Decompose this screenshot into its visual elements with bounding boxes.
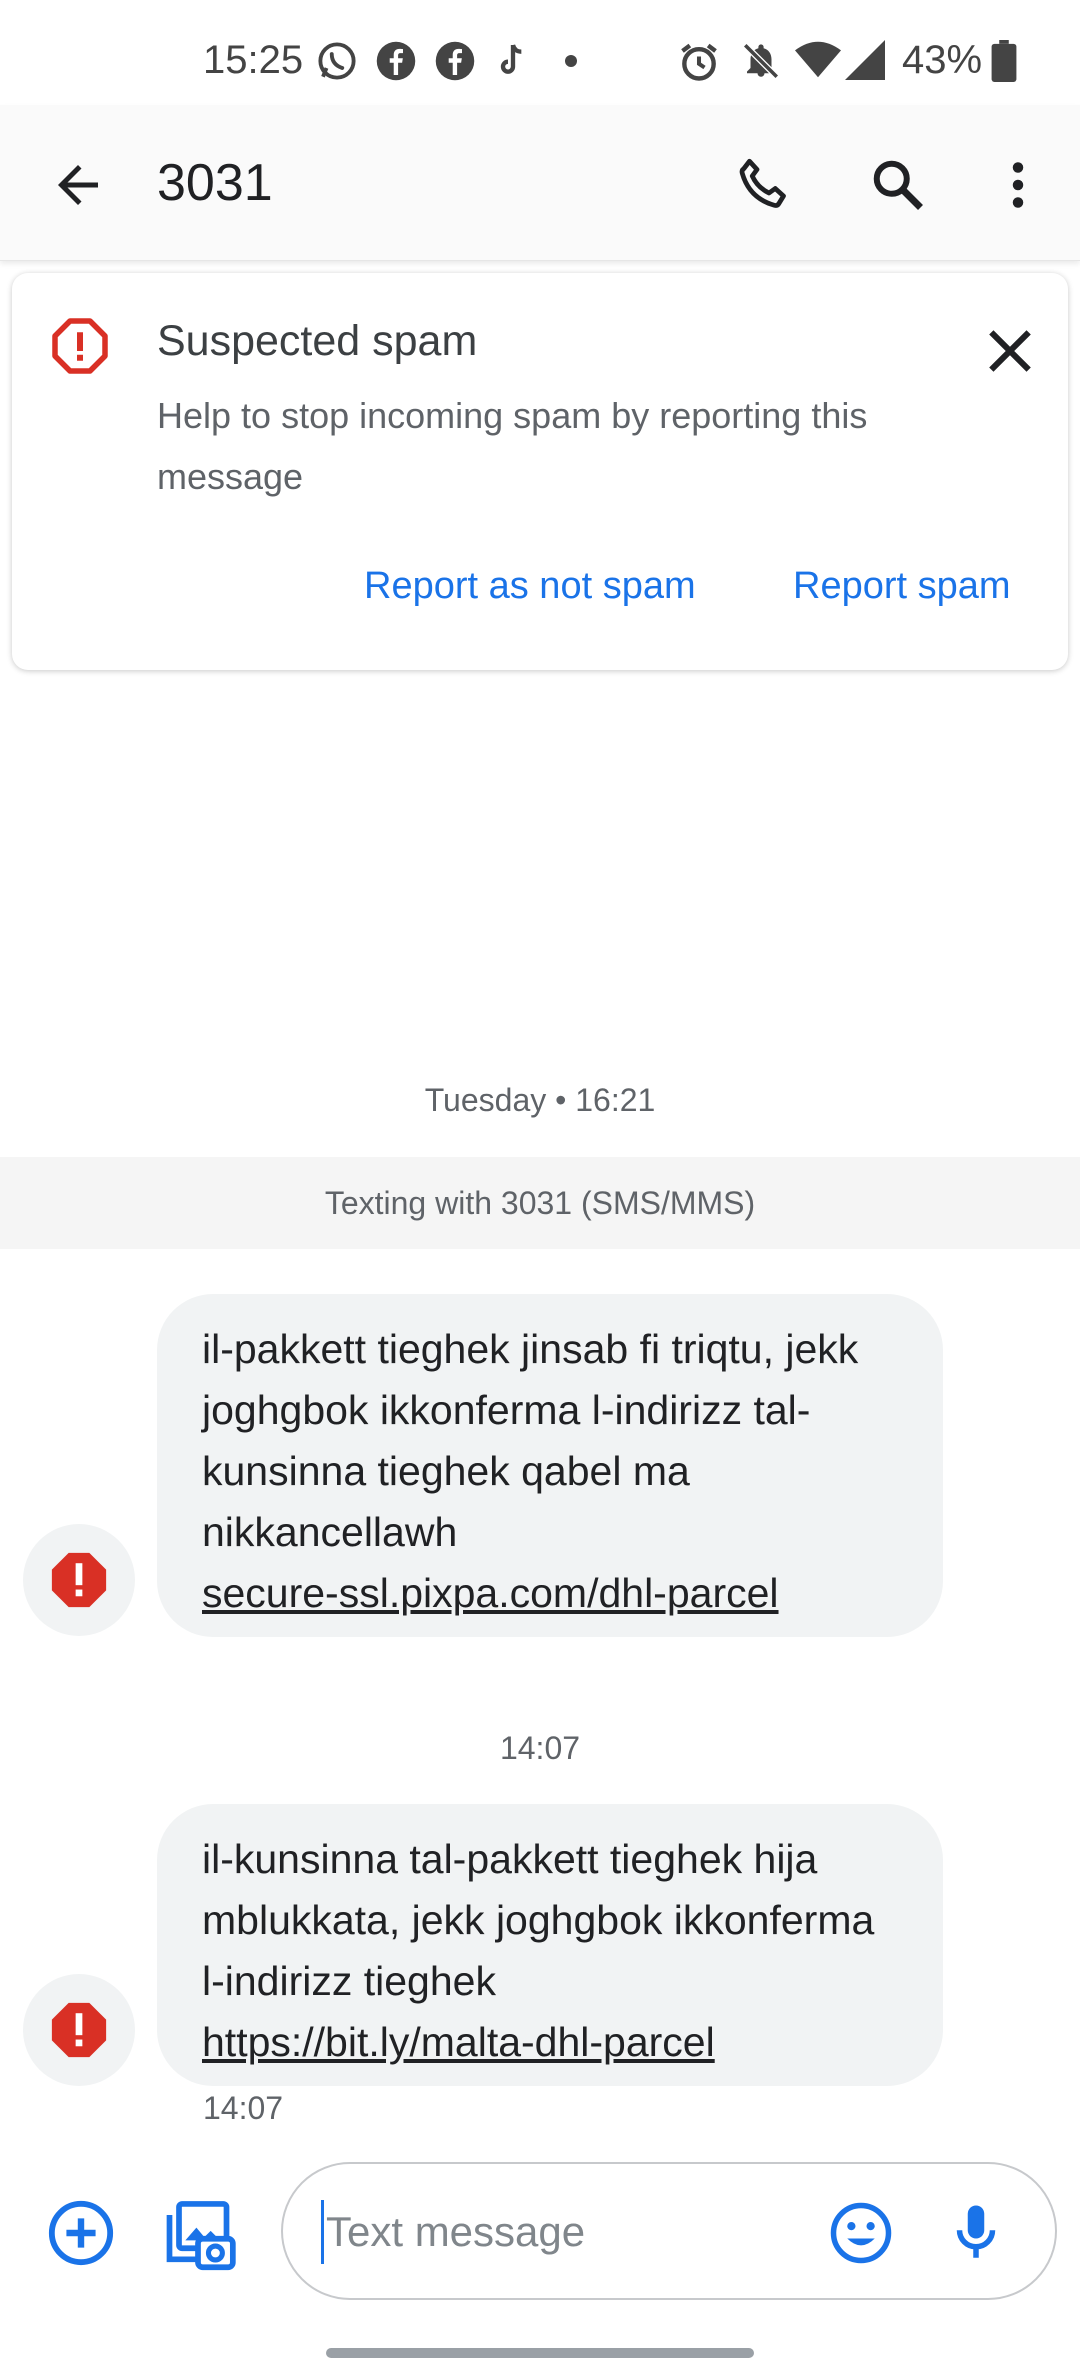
bell-off-icon (740, 40, 782, 82)
report-spam-button[interactable]: Report spam (793, 565, 1011, 608)
app-bar: 3031 (0, 105, 1080, 261)
battery-icon (991, 40, 1017, 82)
spam-warning-card: Suspected spam Help to stop incoming spa… (12, 273, 1068, 670)
conversation-title: 3031 (157, 154, 273, 212)
message-bubble[interactable]: il-pakkett tieghek jinsab fi triqtu, jek… (157, 1294, 943, 1637)
message-input[interactable] (321, 2200, 768, 2264)
message-link[interactable]: secure-ssl.pixpa.com/dhl-parcel (202, 1563, 898, 1624)
alarm-icon (677, 40, 721, 84)
back-arrow-icon (58, 165, 98, 205)
search-button[interactable] (868, 155, 928, 215)
search-icon (873, 160, 923, 210)
voice-input-button[interactable] (948, 2200, 1004, 2266)
message-link[interactable]: https://bit.ly/malta-dhl-parcel (202, 2012, 898, 2073)
whatsapp-icon (316, 40, 358, 82)
close-icon (989, 330, 1031, 372)
call-button[interactable] (733, 155, 793, 215)
gallery-button[interactable] (160, 2196, 236, 2272)
message-text: il-pakkett tieghek jinsab fi triqtu, jek… (202, 1326, 859, 1555)
battery-percent: 43% (902, 38, 983, 82)
texting-with-banner: Texting with 3031 (SMS/MMS) (0, 1157, 1080, 1249)
spam-warning-icon (50, 316, 110, 381)
spam-avatar-icon (51, 1552, 107, 1608)
tiktok-icon (496, 40, 530, 80)
more-vert-icon (1012, 162, 1024, 208)
compose-field (281, 2162, 1057, 2300)
add-attachment-button[interactable] (46, 2198, 116, 2268)
cell-signal-icon (845, 40, 885, 80)
spam-title: Suspected spam (157, 317, 478, 365)
report-not-spam-button[interactable]: Report as not spam (364, 565, 696, 608)
emoji-button[interactable] (828, 2200, 894, 2266)
emoji-icon (830, 2202, 892, 2264)
facebook-icon (434, 40, 476, 82)
status-bar: 15:25 43% (0, 0, 1080, 120)
home-indicator[interactable] (326, 2348, 754, 2358)
message-bubble[interactable]: il-kunsinna tal-pakkett tieghek hija mbl… (157, 1804, 943, 2086)
message-timestamp: 14:07 (499, 1730, 581, 1766)
phone-icon (739, 158, 786, 208)
avatar[interactable] (23, 1524, 135, 1636)
status-time: 15:25 (203, 38, 304, 82)
mic-icon (956, 2205, 996, 2258)
more-options-button[interactable] (988, 155, 1048, 215)
dot-icon (565, 55, 577, 67)
back-button[interactable] (48, 155, 108, 215)
date-header: Tuesday • 16:21 (424, 1082, 656, 1118)
add-circle-icon (48, 2200, 114, 2266)
avatar[interactable] (23, 1974, 135, 2086)
spam-avatar-icon (51, 2002, 107, 2058)
facebook-icon (375, 40, 417, 82)
gallery-icon (166, 2201, 236, 2271)
wifi-icon (795, 40, 841, 80)
close-spam-banner-button[interactable] (982, 323, 1038, 379)
message-text: il-kunsinna tal-pakkett tieghek hija mbl… (202, 1836, 875, 2004)
spam-description: Help to stop incoming spam by reporting … (157, 395, 868, 497)
message-timestamp: 14:07 (203, 2090, 284, 2126)
